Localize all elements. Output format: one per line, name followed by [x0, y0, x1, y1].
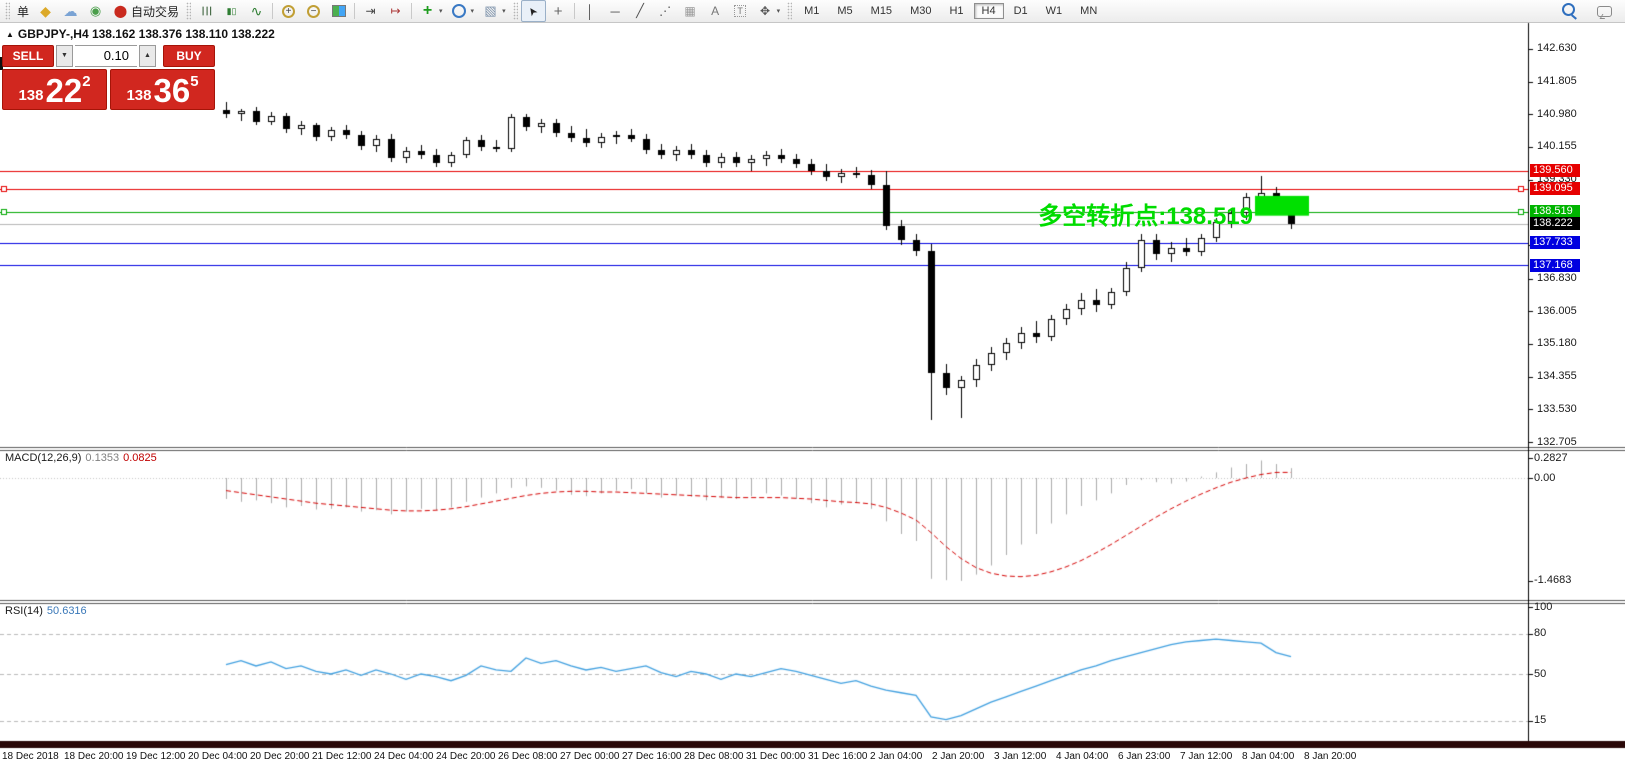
time-axis-label: 3 Jan 12:00: [994, 751, 1046, 762]
sell-button[interactable]: SELL: [2, 45, 54, 67]
rsi-indicator-label: RSI(14) 50.6316: [5, 605, 87, 617]
price-tick-label: 133.530: [1537, 403, 1577, 416]
macd-tick-label: 0.2827: [1534, 452, 1568, 465]
buy-button[interactable]: BUY: [163, 45, 215, 67]
one-click-trade-panel: SELL ▼ ▲ BUY 138222 138365: [2, 44, 215, 110]
rsi-tick-label: 50: [1534, 668, 1546, 681]
rsi-name: RSI(14): [5, 605, 43, 617]
price-tick-label: 140.980: [1537, 108, 1577, 121]
time-axis-label: 18 Dec 2018: [2, 751, 59, 762]
price-level-label: 137.168: [1530, 259, 1580, 272]
rsi-value: 50.6316: [47, 605, 87, 617]
price-tick-label: 135.180: [1537, 337, 1577, 350]
buy-price-big: 36: [153, 74, 190, 107]
price-tick-label: 141.805: [1537, 75, 1577, 88]
time-axis-label: 18 Dec 20:00: [64, 751, 124, 762]
macd-tick-label: -1.4683: [1534, 574, 1571, 587]
buy-price-prefix: 138: [126, 87, 151, 104]
rsi-tick-label: 15: [1534, 714, 1546, 727]
time-axis-label: 2 Jan 04:00: [870, 751, 922, 762]
mt4-terminal: { "toolbar": { "groups": [ {"items": [ {…: [0, 0, 1625, 766]
time-axis-label: 7 Jan 12:00: [1180, 751, 1232, 762]
price-level-label: 139.095: [1530, 182, 1580, 195]
price-level-label: 138.222: [1530, 217, 1580, 230]
time-axis-label: 31 Dec 16:00: [808, 751, 868, 762]
sell-price-prefix: 138: [18, 87, 43, 104]
time-axis-label: 6 Jan 23:00: [1118, 751, 1170, 762]
price-tick-label: 132.705: [1537, 436, 1577, 449]
collapse-icon[interactable]: ▲: [6, 30, 14, 39]
volume-decrease-button[interactable]: ▼: [56, 45, 73, 67]
price-tick-label: 136.830: [1537, 272, 1577, 285]
time-axis-label: 8 Jan 20:00: [1304, 751, 1356, 762]
macd-name: MACD(12,26,9): [5, 452, 81, 464]
time-axis-label: 4 Jan 04:00: [1056, 751, 1108, 762]
chart-canvas[interactable]: [0, 0, 1625, 766]
time-axis-label: 19 Dec 12:00: [126, 751, 186, 762]
rsi-tick-label: 80: [1534, 627, 1546, 640]
sell-price-big: 22: [45, 74, 82, 107]
price-tick-label: 142.630: [1537, 42, 1577, 55]
volume-increase-button[interactable]: ▲: [139, 45, 156, 67]
time-axis-label: 20 Dec 20:00: [250, 751, 310, 762]
time-axis-label: 20 Dec 04:00: [188, 751, 248, 762]
chart-title: ▲ GBPJPY-,H4 138.162 138.376 138.110 138.…: [6, 27, 275, 41]
time-axis-label: 31 Dec 00:00: [746, 751, 806, 762]
time-axis-label: 24 Dec 20:00: [436, 751, 496, 762]
macd-signal-value: 0.0825: [123, 452, 157, 464]
time-axis-label: 26 Dec 08:00: [498, 751, 558, 762]
time-axis-label: 27 Dec 00:00: [560, 751, 620, 762]
sell-price-sup: 2: [82, 73, 90, 90]
volume-input[interactable]: [75, 45, 137, 67]
time-axis-label: 8 Jan 04:00: [1242, 751, 1294, 762]
price-tick-label: 134.355: [1537, 370, 1577, 383]
price-level-label: 137.733: [1530, 236, 1580, 249]
time-axis-label: 21 Dec 12:00: [312, 751, 372, 762]
chart-title-text: GBPJPY-,H4 138.162 138.376 138.110 138.2…: [18, 27, 275, 41]
price-level-label: 139.560: [1530, 164, 1580, 177]
time-axis-label: 2 Jan 20:00: [932, 751, 984, 762]
buy-price-button[interactable]: 138365: [110, 69, 215, 110]
macd-main-value: 0.1353: [85, 452, 119, 464]
time-axis-label: 24 Dec 04:00: [374, 751, 434, 762]
macd-tick-label: 0.00: [1534, 472, 1555, 485]
price-tick-label: 136.005: [1537, 305, 1577, 318]
buy-price-sup: 5: [190, 73, 198, 90]
time-axis-label: 27 Dec 16:00: [622, 751, 682, 762]
rsi-tick-label: 100: [1534, 601, 1552, 614]
price-tick-label: 140.155: [1537, 140, 1577, 153]
time-axis-label: 28 Dec 08:00: [684, 751, 744, 762]
macd-indicator-label: MACD(12,26,9) 0.1353 0.0825: [5, 452, 157, 464]
sell-price-button[interactable]: 138222: [2, 69, 107, 110]
turning-point-annotation: 多空转折点:138.519: [1038, 196, 1253, 231]
